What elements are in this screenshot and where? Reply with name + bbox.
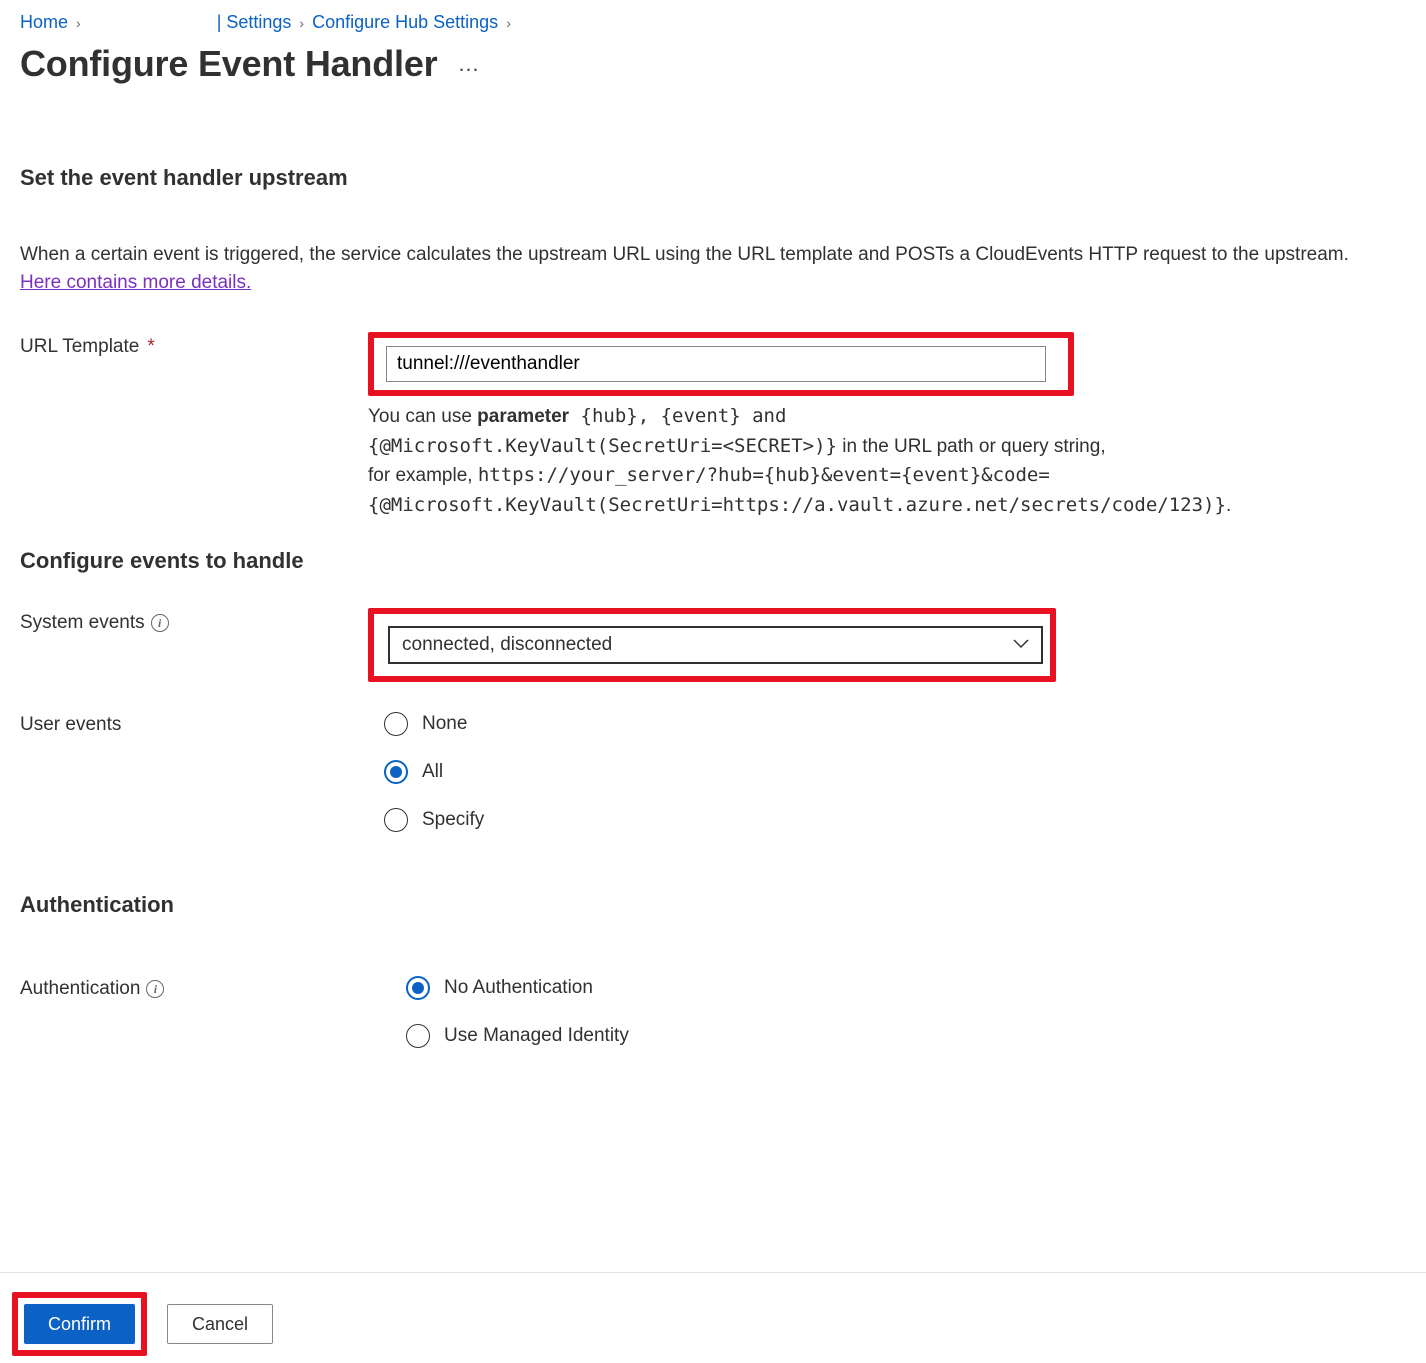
breadcrumb: Home › | Settings › Configure Hub Settin… [20,12,1406,33]
help-text: You can use [368,406,477,427]
breadcrumb-settings[interactable]: | Settings [217,12,292,33]
help-text-bold: parameter [477,406,569,427]
user-events-specify[interactable]: Specify [384,808,1406,832]
radio-icon [384,808,408,832]
user-events-radio-group: None All Specify [384,712,1406,832]
authentication-label: Authentication [20,978,140,1000]
confirm-button[interactable]: Confirm [24,1304,135,1344]
url-template-input[interactable] [386,346,1046,382]
cancel-button[interactable]: Cancel [167,1304,273,1344]
help-text: in the URL path or query string, [837,436,1106,457]
breadcrumb-configure-hub[interactable]: Configure Hub Settings [312,12,498,33]
chevron-right-icon: › [76,15,81,31]
chevron-down-icon [1013,636,1029,654]
section-heading-events: Configure events to handle [20,548,1406,574]
highlight-system-events: connected, disconnected [368,608,1056,682]
chevron-right-icon: › [299,15,304,31]
system-events-value: connected, disconnected [402,634,612,656]
auth-none[interactable]: No Authentication [406,976,1406,1000]
user-events-label: User events [20,714,121,736]
url-template-label: URL Template [20,336,139,358]
upstream-description: When a certain event is triggered, the s… [20,241,1370,296]
radio-icon [384,760,408,784]
info-icon[interactable]: i [146,980,164,998]
more-details-link[interactable]: Here contains more details. [20,272,251,293]
upstream-desc-text: When a certain event is triggered, the s… [20,244,1349,265]
help-text: for example, [368,465,478,486]
help-text: . [1226,495,1231,516]
footer-divider [0,1272,1426,1273]
section-heading-auth: Authentication [20,892,1406,918]
radio-label: Specify [422,809,484,831]
radio-label: None [422,713,467,735]
user-events-all[interactable]: All [384,760,1406,784]
radio-icon [406,976,430,1000]
highlight-url-template [368,332,1074,396]
highlight-confirm: Confirm [12,1292,147,1356]
chevron-right-icon: › [506,15,511,31]
radio-label: All [422,761,443,783]
auth-radio-group: No Authentication Use Managed Identity [406,976,1406,1048]
system-events-dropdown[interactable]: connected, disconnected [388,626,1043,664]
help-text-mono: https://your_server/?hub={hub}&event={ev… [478,464,1050,486]
system-events-label: System events [20,612,145,634]
help-text-mono: {hub}, {event} and [569,405,786,427]
breadcrumb-home[interactable]: Home [20,12,68,33]
radio-label: Use Managed Identity [444,1025,629,1047]
radio-icon [384,712,408,736]
url-template-help: You can use parameter {hub}, {event} and… [368,402,1406,520]
page-title: Configure Event Handler [20,43,437,85]
radio-icon [406,1024,430,1048]
user-events-none[interactable]: None [384,712,1406,736]
help-text-mono: {@Microsoft.KeyVault(SecretUri=<SECRET>)… [368,435,837,457]
more-actions-icon[interactable]: … [457,51,481,77]
section-heading-upstream: Set the event handler upstream [20,165,1406,191]
auth-managed-identity[interactable]: Use Managed Identity [406,1024,1406,1048]
info-icon[interactable]: i [151,614,169,632]
required-indicator: * [147,336,154,358]
help-text-mono: {@Microsoft.KeyVault(SecretUri=https://a… [368,494,1226,516]
radio-label: No Authentication [444,977,593,999]
